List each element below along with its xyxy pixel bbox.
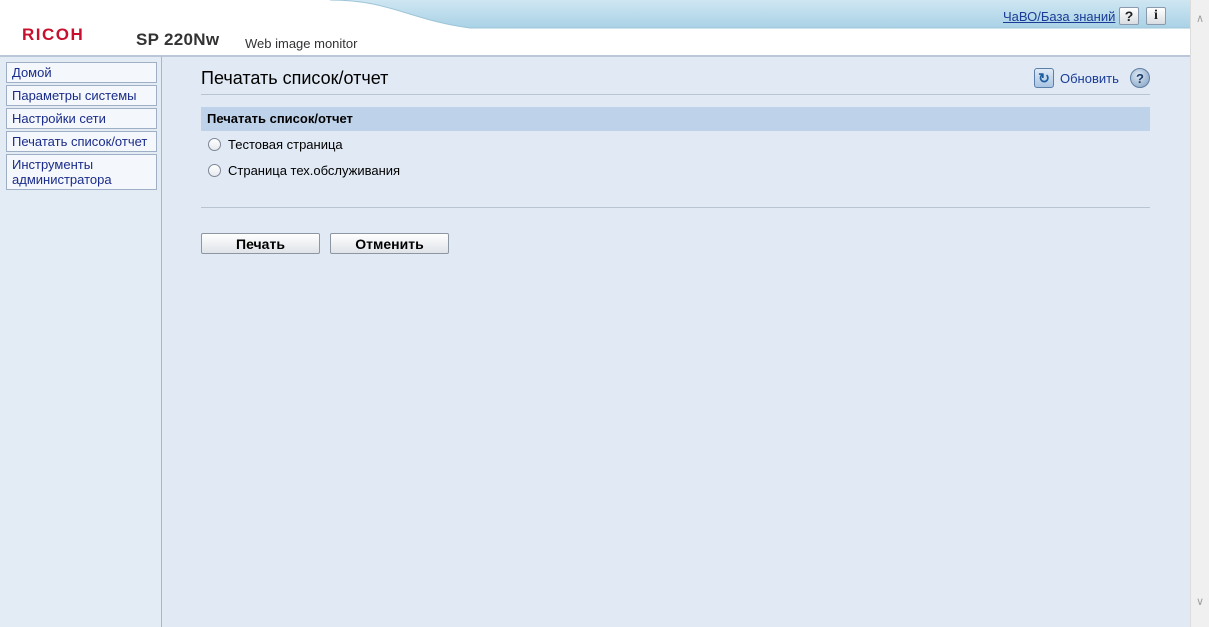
sidebar-item-print-list-report[interactable]: Печатать список/отчет (6, 131, 157, 152)
option-maintenance-page[interactable]: Страница тех.обслуживания (208, 163, 400, 178)
sidebar-item-admin-tools[interactable]: Инструменты администратора (6, 154, 157, 190)
help-icon[interactable]: ? (1119, 7, 1139, 25)
cancel-button[interactable]: Отменить (330, 233, 449, 254)
printer-model: SP 220Nw (136, 30, 220, 49)
faq-link[interactable]: ЧаВО/База знаний (1003, 9, 1115, 24)
page-title: Печатать список/отчет (201, 68, 389, 88)
form-divider (201, 207, 1150, 208)
refresh-button[interactable]: ↻ Обновить (1034, 68, 1119, 88)
scroll-down-icon[interactable]: ∨ (1195, 597, 1205, 608)
radio-test-page[interactable] (208, 138, 221, 151)
refresh-icon[interactable]: ↻ (1034, 68, 1054, 88)
sidebar-item-home[interactable]: Домой (6, 62, 157, 83)
option-test-page[interactable]: Тестовая страница (208, 137, 343, 152)
app-name: Web image monitor (245, 36, 358, 51)
sidebar-item-network-settings[interactable]: Настройки сети (6, 108, 157, 129)
option-label: Страница тех.обслуживания (228, 163, 401, 178)
refresh-label[interactable]: Обновить (1060, 71, 1119, 86)
header: RICOH SP 220Nw Web image monitor ЧаВО/Ба… (0, 0, 1190, 56)
section-header: Печатать список/отчет (201, 107, 1150, 131)
radio-maintenance-page[interactable] (208, 164, 221, 177)
scroll-up-icon[interactable]: ∧ (1195, 14, 1205, 25)
page-help-icon[interactable]: ? (1130, 68, 1150, 88)
main-content: Печатать список/отчет ↻ Обновить ? Печат… (162, 56, 1190, 627)
print-button[interactable]: Печать (201, 233, 320, 254)
ricoh-logo: RICOH (22, 25, 85, 44)
title-divider (201, 94, 1150, 95)
sidebar: Домой Параметры системы Настройки сети П… (0, 56, 162, 627)
vertical-scrollbar[interactable]: ∧ ∨ (1190, 0, 1209, 627)
sidebar-item-system-settings[interactable]: Параметры системы (6, 85, 157, 106)
option-label: Тестовая страница (228, 137, 343, 152)
info-icon[interactable]: i (1146, 7, 1166, 25)
